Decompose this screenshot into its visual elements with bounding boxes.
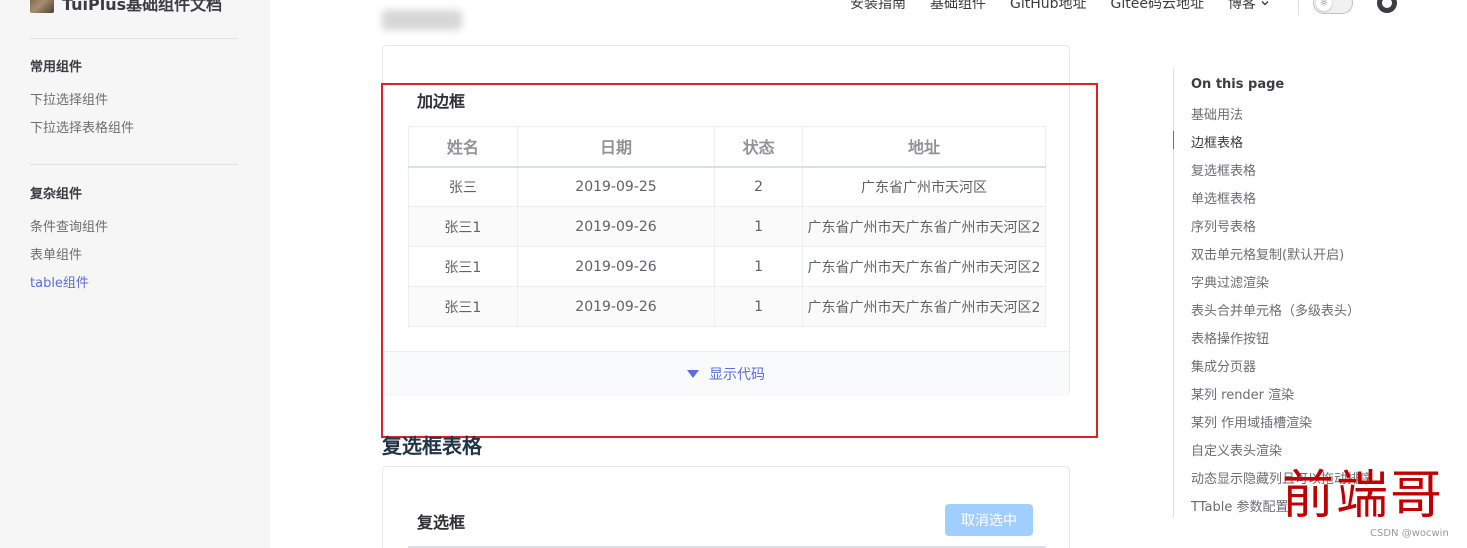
sidebar-item-select[interactable]: 下拉选择组件 <box>30 89 108 108</box>
column-header-date[interactable]: 日期 <box>516 126 716 168</box>
demo-card-border: 加边框 姓名 日期 状态 地址 张三 2019-09-25 2 广东省广州市天河… <box>382 45 1070 396</box>
sidebar-item-table[interactable]: table组件 <box>30 272 89 291</box>
csdn-credit: CSDN @wocwin <box>1370 528 1449 539</box>
demo-title: 加边框 <box>417 92 466 111</box>
sidebar-divider <box>30 164 238 165</box>
outline-item[interactable]: 某列 render 渲染 <box>1191 384 1294 403</box>
outline-title: On this page <box>1191 77 1285 92</box>
sidebar-item-query[interactable]: 条件查询组件 <box>30 216 108 235</box>
nav-blog-label: 博客 <box>1227 0 1256 12</box>
table-row[interactable]: 张三1 2019-09-26 1 广东省广州市天广东省广州市天河区2 <box>408 286 1046 327</box>
page-outline: On this page 基础用法 边框表格 复选框表格 单选框表格 序列号表格… <box>1173 68 1373 518</box>
cell-name: 张三 <box>408 166 518 207</box>
cancel-selection-button[interactable]: 取消选中 <box>945 504 1033 536</box>
table-row[interactable]: 张三1 2019-09-26 1 广东省广州市天广东省广州市天河区2 <box>408 206 1046 247</box>
cell-name: 张三1 <box>408 206 518 247</box>
watermark-text: 前端哥 <box>1282 466 1445 526</box>
outline-item[interactable]: 双击单元格复制(默认开启) <box>1191 244 1344 263</box>
outline-item[interactable]: 某列 作用域插槽渲染 <box>1191 412 1312 431</box>
cell-address: 广东省广州市天河区 <box>802 166 1046 207</box>
bordered-table: 姓名 日期 状态 地址 张三 2019-09-25 2 广东省广州市天河区 张三… <box>408 126 1046 327</box>
top-nav: 安装指南 基础组件 GitHub地址 Gitee码云地址 博客 ☼ <box>850 0 1397 16</box>
sidebar-divider <box>30 38 238 39</box>
table-header-row: 姓名 日期 状态 地址 <box>408 126 1046 168</box>
cell-name: 张三1 <box>408 286 518 327</box>
nav-blog-dropdown[interactable]: 博客 <box>1228 0 1270 13</box>
demo-title-checkbox: 复选框 <box>417 513 466 532</box>
sidebar-item-select-table[interactable]: 下拉选择表格组件 <box>30 117 134 136</box>
outline-item[interactable]: 基础用法 <box>1191 104 1243 123</box>
table-row[interactable]: 张三 2019-09-25 2 广东省广州市天河区 <box>408 166 1046 207</box>
nav-github-link[interactable]: GitHub地址 <box>1010 0 1087 13</box>
column-header-status[interactable]: 状态 <box>714 126 803 168</box>
outline-item[interactable]: 自定义表头渲染 <box>1191 440 1282 459</box>
cell-status: 1 <box>714 206 803 247</box>
column-header-address[interactable]: 地址 <box>802 126 1046 168</box>
cell-address: 广东省广州市天广东省广州市天河区2 <box>802 286 1046 327</box>
sidebar: TuiPlus基础组件文档 常用组件 下拉选择组件 下拉选择表格组件 复杂组件 … <box>0 0 270 548</box>
show-code-label: 显示代码 <box>709 367 765 383</box>
outline-item[interactable]: 表格操作按钮 <box>1191 328 1269 347</box>
github-icon[interactable] <box>1376 0 1397 13</box>
demo-card-checkbox: 复选框 取消选中 <box>382 466 1070 548</box>
outline-active-marker <box>1173 131 1174 149</box>
outline-item[interactable]: 表头合并单元格（多级表头） <box>1191 300 1360 319</box>
cell-date: 2019-09-26 <box>516 206 716 247</box>
brand-title: TuiPlus基础组件文档 <box>62 0 223 14</box>
theme-toggle[interactable]: ☼ <box>1312 0 1353 14</box>
outline-item[interactable]: 单选框表格 <box>1191 188 1256 207</box>
outline-item[interactable]: TTable 参数配置 <box>1191 496 1288 515</box>
section-heading-checkbox-table: 复选框表格 <box>382 434 482 458</box>
nav-gitee-link[interactable]: Gitee码云地址 <box>1111 0 1204 13</box>
nav-install-guide[interactable]: 安装指南 <box>850 0 906 13</box>
column-header-name[interactable]: 姓名 <box>408 126 518 168</box>
chevron-down-icon <box>1261 1 1269 6</box>
caret-down-icon <box>687 370 699 378</box>
cell-name: 张三1 <box>408 246 518 287</box>
sidebar-group-title-common: 常用组件 <box>30 60 83 75</box>
outline-item[interactable]: 复选框表格 <box>1191 160 1256 179</box>
sun-icon: ☼ <box>1315 0 1332 11</box>
outline-item[interactable]: 字典过滤渲染 <box>1191 272 1269 291</box>
outline-item-active[interactable]: 边框表格 <box>1191 132 1243 151</box>
cell-address: 广东省广州市天广东省广州市天河区2 <box>802 246 1046 287</box>
nav-separator <box>1297 0 1299 15</box>
cell-date: 2019-09-26 <box>516 246 716 287</box>
cell-date: 2019-09-26 <box>516 286 716 327</box>
cell-status: 1 <box>714 246 803 287</box>
cell-status: 2 <box>714 166 803 207</box>
outline-item[interactable]: 集成分页器 <box>1191 356 1256 375</box>
nav-basic-components[interactable]: 基础组件 <box>930 0 986 13</box>
cell-status: 1 <box>714 286 803 327</box>
show-code-button[interactable]: 显示代码 <box>383 351 1069 396</box>
outline-item[interactable]: 序列号表格 <box>1191 216 1256 235</box>
cell-address: 广东省广州市天广东省广州市天河区2 <box>802 206 1046 247</box>
brand[interactable]: TuiPlus基础组件文档 <box>30 0 222 14</box>
cell-date: 2019-09-25 <box>516 166 716 207</box>
brand-logo <box>30 0 54 13</box>
table-row[interactable]: 张三1 2019-09-26 1 广东省广州市天广东省广州市天河区2 <box>408 246 1046 287</box>
sidebar-group-title-complex: 复杂组件 <box>30 187 83 202</box>
blurred-heading <box>382 10 462 30</box>
sidebar-item-form[interactable]: 表单组件 <box>30 244 82 263</box>
